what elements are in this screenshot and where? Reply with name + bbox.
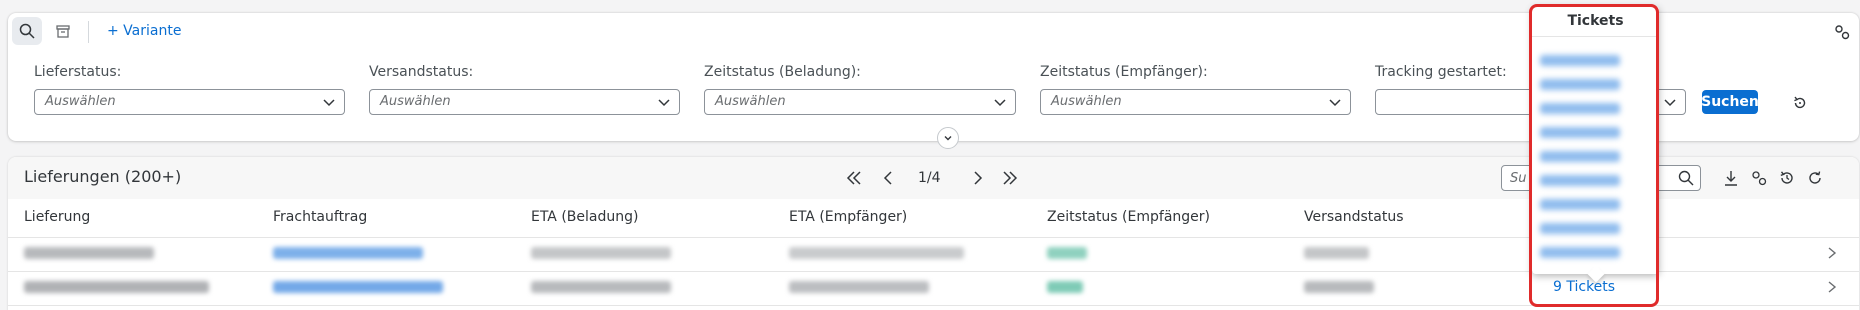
chevron-down-icon	[658, 99, 670, 107]
ticket-link[interactable]	[1540, 247, 1620, 258]
column-header-zeitstatus-empfaenger[interactable]: Zeitstatus (Empfänger)	[1047, 209, 1210, 225]
history-icon	[1780, 171, 1793, 184]
column-header-versandstatus[interactable]: Versandstatus	[1304, 209, 1404, 225]
popover-divider	[1532, 36, 1659, 37]
ticket-link[interactable]	[1540, 55, 1620, 66]
chevron-right-icon[interactable]	[1825, 280, 1839, 294]
ticket-link[interactable]	[1540, 103, 1620, 114]
ticket-link[interactable]	[1540, 151, 1620, 162]
ticket-link[interactable]	[1540, 127, 1620, 138]
column-header-eta-beladung[interactable]: ETA (Beladung)	[531, 209, 638, 225]
add-variant-link[interactable]: + Variante	[107, 23, 181, 39]
select-placeholder: Auswählen	[1051, 94, 1122, 109]
redacted-cell	[24, 281, 209, 293]
redacted-cell	[531, 247, 671, 259]
redacted-cell	[1304, 281, 1374, 293]
field-label-tracking-gestartet: Tracking gestartet:	[1375, 64, 1507, 80]
double-chevron-right-icon	[1003, 171, 1018, 185]
redacted-link-cell	[273, 247, 423, 259]
search-toggle-button[interactable]	[12, 17, 42, 45]
reset-filters-button[interactable]	[1788, 91, 1812, 115]
download-button[interactable]	[1718, 165, 1744, 191]
settings-icon	[1752, 171, 1767, 186]
field-label-zeitstatus-beladung: Zeitstatus (Beladung):	[704, 64, 861, 80]
reset-icon	[1794, 96, 1806, 109]
redacted-cell	[531, 281, 671, 293]
expand-filterbar-button[interactable]	[937, 127, 959, 149]
lieferstatus-select[interactable]: Auswählen	[34, 89, 345, 115]
ticket-link[interactable]	[1540, 79, 1620, 90]
redacted-cell	[1304, 247, 1369, 259]
settings-icon	[1835, 25, 1850, 40]
search-button[interactable]: Suchen	[1701, 90, 1759, 114]
versandstatus-select[interactable]: Auswählen	[369, 89, 680, 115]
archive-icon	[56, 25, 70, 38]
field-label-zeitstatus-empfaenger: Zeitstatus (Empfänger):	[1040, 64, 1208, 80]
field-label-versandstatus: Versandstatus:	[369, 64, 474, 80]
page-indicator: 1/4	[918, 170, 941, 186]
popover-title: Tickets	[1567, 13, 1624, 29]
refresh-icon	[1809, 171, 1821, 184]
tickets-popover: Tickets	[1532, 6, 1659, 283]
search-icon	[19, 23, 35, 39]
history-button[interactable]	[1774, 165, 1800, 191]
table-settings-button[interactable]	[1746, 165, 1772, 191]
redacted-cell	[789, 247, 964, 259]
chevron-left-icon	[883, 171, 892, 185]
redacted-cell	[24, 247, 154, 259]
zeitstatus-beladung-select[interactable]: Auswählen	[704, 89, 1016, 115]
column-header-lieferung[interactable]: Lieferung	[24, 209, 90, 225]
refresh-button[interactable]	[1802, 165, 1828, 191]
select-placeholder: Auswählen	[715, 94, 786, 109]
chevron-down-icon	[944, 136, 952, 141]
column-header-frachtauftrag[interactable]: Frachtauftrag	[273, 209, 367, 225]
toolbar-divider	[88, 21, 89, 43]
search-placeholder: Su	[1510, 171, 1527, 186]
chevron-down-icon	[323, 99, 335, 107]
redacted-link-cell	[273, 281, 443, 293]
chevron-down-icon	[1664, 99, 1676, 107]
archive-button[interactable]	[48, 17, 78, 45]
ticket-link[interactable]	[1540, 223, 1620, 234]
ticket-link[interactable]	[1540, 175, 1620, 186]
redacted-status-cell	[1047, 247, 1087, 259]
previous-page-button[interactable]	[874, 164, 902, 192]
column-header-eta-empfaenger[interactable]: ETA (Empfänger)	[789, 209, 907, 225]
chevron-right-icon[interactable]	[1825, 246, 1839, 260]
filter-settings-button[interactable]	[1829, 19, 1855, 45]
redacted-cell	[789, 281, 929, 293]
last-page-button[interactable]	[996, 164, 1024, 192]
select-placeholder: Auswählen	[45, 94, 116, 109]
tickets-link[interactable]: 9 Tickets	[1553, 279, 1615, 295]
next-page-button[interactable]	[964, 164, 992, 192]
select-placeholder: Auswählen	[380, 94, 451, 109]
chevron-down-icon	[1329, 99, 1341, 107]
download-icon	[1725, 171, 1737, 186]
zeitstatus-empfaenger-select[interactable]: Auswählen	[1040, 89, 1351, 115]
chevron-down-icon	[994, 99, 1006, 107]
field-label-lieferstatus: Lieferstatus:	[34, 64, 122, 80]
first-page-button[interactable]	[840, 164, 868, 192]
double-chevron-left-icon	[846, 171, 861, 185]
ticket-link[interactable]	[1540, 199, 1620, 210]
chevron-right-icon	[974, 171, 983, 185]
search-icon[interactable]	[1678, 170, 1694, 186]
redacted-status-cell	[1047, 281, 1083, 293]
table-title: Lieferungen (200+)	[24, 167, 182, 186]
